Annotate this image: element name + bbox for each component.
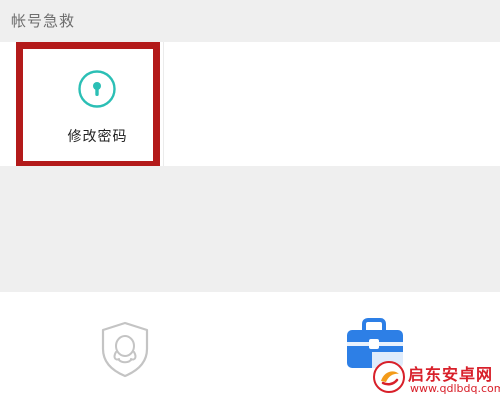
emergency-grid: 修改密码: [0, 42, 500, 166]
watermark-url: www.qdlbdq.com: [410, 382, 500, 395]
watermark-icon: [373, 361, 405, 393]
change-password-label: 修改密码: [67, 129, 128, 145]
empty-area: [0, 166, 500, 292]
keyhole-icon: [78, 70, 116, 108]
change-password-button[interactable]: 修改密码: [15, 42, 164, 166]
tab-security[interactable]: [95, 319, 155, 379]
section-header: 帐号急救: [0, 0, 500, 42]
watermark-logo: 启东安卓网 www.qdlbdq.com: [372, 352, 500, 401]
section-title: 帐号急救: [11, 12, 76, 30]
qq-shield-icon: [101, 321, 149, 378]
